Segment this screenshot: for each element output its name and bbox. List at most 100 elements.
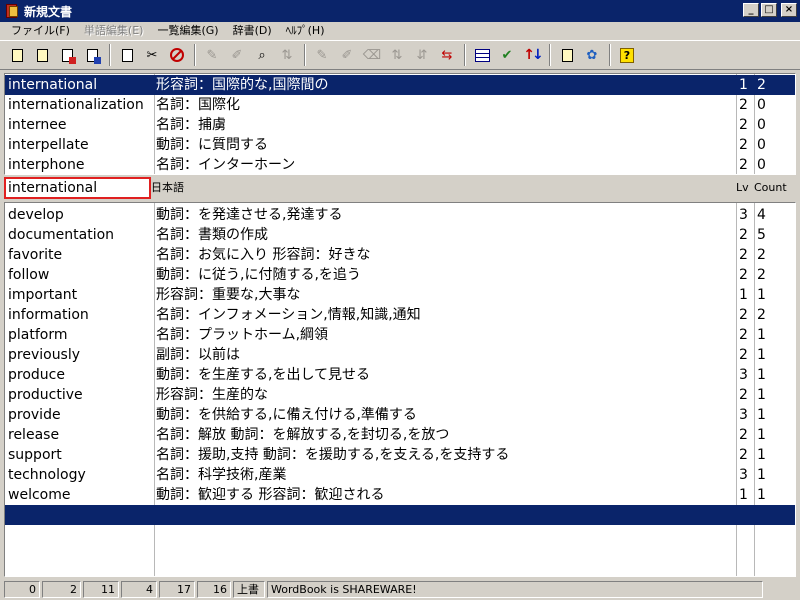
close-button[interactable]: × <box>781 3 797 17</box>
menu-file[interactable]: ファイル(F) <box>4 22 77 40</box>
test-icon[interactable]: ✔ <box>496 44 518 66</box>
count-cell: 0 <box>757 137 766 153</box>
word-list[interactable]: develop 動詞：を発達させる,発達する 3 4 documentation 名詞：書… <box>4 202 796 577</box>
meaning-cell: 名詞：解放 動詞：を解放する,を封切る,を放つ <box>156 427 450 443</box>
search-input[interactable] <box>4 177 151 199</box>
meaning-cell: 名詞：インターホーン <box>156 157 296 173</box>
level-cell: 2 <box>739 427 748 443</box>
word-cell: international <box>8 77 98 93</box>
list-sort-icon[interactable]: ⇅ <box>386 44 408 66</box>
save-blue-icon[interactable] <box>81 44 103 66</box>
toolbar: ✂ ✎ ✐ ⌕ ⇅ ✎ ✐ ⌫ ⇅ ⇵ ⇆ ✔ ↑↓ ✿ ? <box>0 40 800 70</box>
level-cell: 2 <box>739 327 748 343</box>
menu-help[interactable]: ﾍﾙﾌﾟ(H) <box>279 22 332 40</box>
list-row[interactable]: productive 形容詞：生産的な 2 1 <box>5 385 795 405</box>
count-cell: 1 <box>757 407 766 423</box>
list-edit-icon[interactable]: ✐ <box>336 44 358 66</box>
find-word-icon[interactable]: ⌕ <box>251 44 273 66</box>
list-row[interactable]: interpellate 動詞：に質問する 2 0 <box>5 135 795 155</box>
meaning-cell: 動詞：を生産する,を出して見せる <box>156 367 371 383</box>
list-row[interactable]: follow 動詞：に従う,に付随する,を追う 2 2 <box>5 265 795 285</box>
maximize-button[interactable]: □ <box>761 3 777 17</box>
meaning-cell: 形容詞：生産的な <box>156 387 268 403</box>
sort-word-icon[interactable]: ⇅ <box>276 44 298 66</box>
list-row[interactable]: support 名詞：援助,支持 動詞：を援助する,を支える,を支持する 2 1 <box>5 445 795 465</box>
menu-dictionary[interactable]: 辞書(D) <box>226 22 279 40</box>
list-filter-icon[interactable]: ⇵ <box>411 44 433 66</box>
level-cell: 2 <box>739 227 748 243</box>
open-doc-icon[interactable] <box>31 44 53 66</box>
list-row[interactable]: welcome 動詞：歓迎する 形容詞：歓迎される 1 1 <box>5 485 795 505</box>
list-row[interactable]: provide 動詞：を供給する,に備え付ける,準備する 3 1 <box>5 405 795 425</box>
list-row[interactable]: internationalization 名詞：国際化 2 0 <box>5 95 795 115</box>
toolbar-separator <box>109 44 111 66</box>
table-icon[interactable] <box>471 44 493 66</box>
list-row[interactable]: favorite 名詞：お気に入り 形容詞：好きな 2 2 <box>5 245 795 265</box>
list-row[interactable]: produce 動詞：を生産する,を出して見せる 3 1 <box>5 365 795 385</box>
save-red-icon[interactable] <box>56 44 78 66</box>
word-cell: support <box>8 447 62 463</box>
list-row[interactable]: important 形容詞：重要な,大事な 1 1 <box>5 285 795 305</box>
list-row[interactable]: interphone 名詞：インターホーン 2 0 <box>5 155 795 174</box>
status-message: WordBook is SHAREWARE! <box>267 581 763 598</box>
add-word-icon[interactable]: ✎ <box>201 44 223 66</box>
column-header-lv[interactable]: Lv <box>736 177 749 199</box>
menu-list-edit[interactable]: 一覧編集(G) <box>150 22 225 40</box>
edit-word-icon[interactable]: ✐ <box>226 44 248 66</box>
count-cell: 1 <box>757 347 766 363</box>
list-row[interactable]: develop 動詞：を発達させる,発達する 3 4 <box>5 205 795 225</box>
level-cell: 2 <box>739 247 748 263</box>
stop-icon[interactable] <box>166 44 188 66</box>
count-cell: 0 <box>757 97 766 113</box>
list-move-icon[interactable]: ⇆ <box>436 44 458 66</box>
page-icon[interactable] <box>116 44 138 66</box>
quiz-icon[interactable]: ✿ <box>581 44 603 66</box>
status-field-2: 2 <box>42 581 81 598</box>
toolbar-separator <box>549 44 551 66</box>
level-cell: 2 <box>739 307 748 323</box>
menu-bar: ファイル(F) 単語編集(E) 一覧編集(G) 辞書(D) ﾍﾙﾌﾟ(H) <box>0 22 800 40</box>
toolbar-separator <box>464 44 466 66</box>
list-row[interactable]: documentation 名詞：書類の作成 2 5 <box>5 225 795 245</box>
list-delete-icon[interactable]: ⌫ <box>361 44 383 66</box>
toolbar-separator <box>304 44 306 66</box>
help-icon[interactable]: ? <box>616 44 638 66</box>
status-bar: 0 2 11 4 17 16 上書 WordBook is SHAREWARE! <box>0 579 800 600</box>
sort-updown-icon[interactable]: ↑↓ <box>521 44 543 66</box>
count-cell: 2 <box>757 247 766 263</box>
list-row[interactable]: technology 名詞：科学技術,産業 3 1 <box>5 465 795 485</box>
word-cell: welcome <box>8 487 71 503</box>
list-row[interactable]: previously 副詞：以前は 2 1 <box>5 345 795 365</box>
match-list[interactable]: international 形容詞：国際的な,国際間の 1 2 internationa… <box>4 73 796 175</box>
word-cell: follow <box>8 267 50 283</box>
list-row[interactable]: platform 名詞：プラットホーム,綱領 2 1 <box>5 325 795 345</box>
new-doc-icon[interactable] <box>6 44 28 66</box>
list-row[interactable]: information 名詞：インフォメーション,情報,知識,通知 2 2 <box>5 305 795 325</box>
level-cell: 2 <box>739 117 748 133</box>
list-row[interactable]: release 名詞：解放 動詞：を解放する,を封切る,を放つ 2 1 <box>5 425 795 445</box>
list-row-selected[interactable]: international 形容詞：国際的な,国際間の 1 2 <box>5 75 795 95</box>
meaning-cell: 動詞：を発達させる,発達する <box>156 207 343 223</box>
tools-icon[interactable]: ✂ <box>141 44 163 66</box>
word-cell: provide <box>8 407 61 423</box>
column-header-meaning[interactable]: 日本語 <box>151 177 184 199</box>
minimize-button[interactable]: _ <box>743 3 759 17</box>
list-row[interactable]: internee 名詞：捕虜 2 0 <box>5 115 795 135</box>
word-cell: produce <box>8 367 65 383</box>
status-field-5: 17 <box>159 581 195 598</box>
count-cell: 0 <box>757 117 766 133</box>
meaning-cell: 動詞：に従う,に付随する,を追う <box>156 267 361 283</box>
meaning-cell: 名詞：お気に入り 形容詞：好きな <box>156 247 371 263</box>
count-cell: 1 <box>757 387 766 403</box>
toolbar-separator <box>609 44 611 66</box>
column-header-count[interactable]: Count <box>754 177 787 199</box>
status-field-1: 0 <box>4 581 40 598</box>
list-row-selected[interactable] <box>5 505 795 525</box>
count-cell: 1 <box>757 327 766 343</box>
menu-word-edit[interactable]: 単語編集(E) <box>77 22 151 40</box>
dictionary-icon[interactable] <box>556 44 578 66</box>
app-book-icon[interactable] <box>4 3 20 19</box>
list-add-icon[interactable]: ✎ <box>311 44 333 66</box>
meaning-cell: 名詞：捕虜 <box>156 117 226 133</box>
count-cell: 1 <box>757 487 766 503</box>
